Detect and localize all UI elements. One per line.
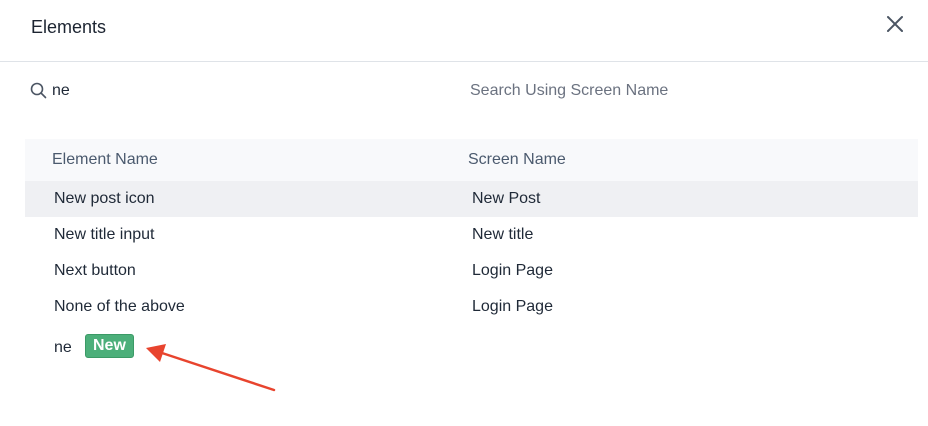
screen-name-cell: Login Page bbox=[472, 262, 553, 279]
search-icon bbox=[30, 82, 47, 99]
close-icon bbox=[887, 16, 903, 32]
elements-table: Element Name Screen Name New post icon N… bbox=[25, 139, 918, 325]
screen-name-cell: New title bbox=[472, 226, 534, 243]
column-header-screen-name: Screen Name bbox=[468, 151, 566, 168]
new-badge[interactable]: New bbox=[85, 334, 134, 358]
dialog-header: Elements bbox=[0, 0, 928, 62]
screen-name-cell: New Post bbox=[472, 190, 541, 207]
table-row[interactable]: None of the above Login Page bbox=[25, 289, 918, 325]
element-name-cell: Next button bbox=[54, 262, 136, 279]
element-name-cell: New title input bbox=[54, 226, 155, 243]
element-search-input[interactable] bbox=[52, 79, 432, 103]
table-header: Element Name Screen Name bbox=[25, 139, 918, 181]
column-header-element-name: Element Name bbox=[52, 151, 158, 168]
search-row bbox=[0, 62, 928, 122]
screen-name-cell: Login Page bbox=[472, 298, 553, 315]
close-button[interactable] bbox=[884, 13, 906, 35]
table-row[interactable]: New title input New title bbox=[25, 217, 918, 253]
create-new-element-row[interactable]: ne New bbox=[25, 330, 918, 366]
dialog-title: Elements bbox=[31, 17, 107, 37]
table-row[interactable]: Next button Login Page bbox=[25, 253, 918, 289]
new-element-name: ne bbox=[54, 339, 72, 356]
screen-search-input[interactable] bbox=[470, 79, 900, 103]
element-name-cell: None of the above bbox=[54, 298, 185, 315]
table-row[interactable]: New post icon New Post bbox=[25, 181, 918, 217]
element-name-cell: New post icon bbox=[54, 190, 155, 207]
